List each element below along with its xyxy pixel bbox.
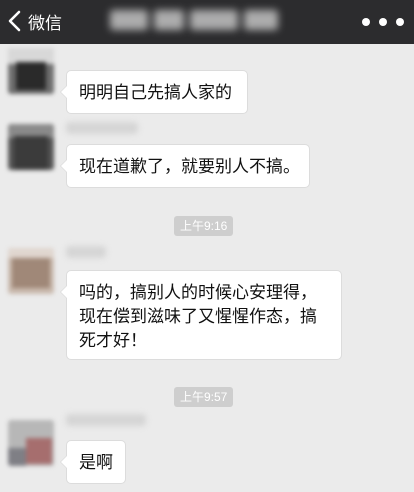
message-row: 吗的，搞别人的时候心安理得， 现在偿到滋味了又惺惺作态，搞 死才好！ xyxy=(0,240,414,364)
avatar[interactable] xyxy=(8,124,54,170)
back-button[interactable]: 微信 xyxy=(6,6,62,36)
message-text-line: 死才好！ xyxy=(79,331,147,351)
avatar[interactable] xyxy=(8,420,54,466)
message-bubble[interactable]: 是啊 xyxy=(60,440,126,484)
message-text-line: 现在偿到滋味了又惺惺作态，搞 xyxy=(79,307,317,327)
sender-name-blurred xyxy=(66,246,106,258)
message-text: 是啊 xyxy=(79,453,113,473)
message-row: 现在道歉了，就要别人不搞。 xyxy=(0,118,414,192)
chat-title-blurred xyxy=(110,10,300,34)
message-text: 现在道歉了，就要别人不搞。 xyxy=(79,157,300,177)
top-bar: 微信 xyxy=(0,0,414,44)
message-bubble[interactable]: 现在道歉了，就要别人不搞。 xyxy=(60,144,310,188)
sender-name-blurred xyxy=(66,122,138,134)
back-label: 微信 xyxy=(28,13,62,34)
avatar[interactable] xyxy=(8,48,54,94)
message-text: 明明自己先搞人家的 xyxy=(79,83,232,103)
message-bubble[interactable]: 吗的，搞别人的时候心安理得， 现在偿到滋味了又惺惺作态，搞 死才好！ xyxy=(60,270,342,360)
sender-name-blurred xyxy=(66,414,146,426)
message-row: 明明自己先搞人家的 xyxy=(0,44,414,114)
message-text-line: 吗的，搞别人的时候心安理得， xyxy=(79,283,317,303)
more-dots-icon[interactable] xyxy=(362,10,404,34)
message-bubble[interactable]: 明明自己先搞人家的 xyxy=(60,70,248,114)
chevron-left-icon xyxy=(6,10,24,32)
message-row: 是啊 xyxy=(0,404,414,490)
avatar[interactable] xyxy=(8,248,54,294)
timestamp: 上午9:16 xyxy=(174,216,234,236)
